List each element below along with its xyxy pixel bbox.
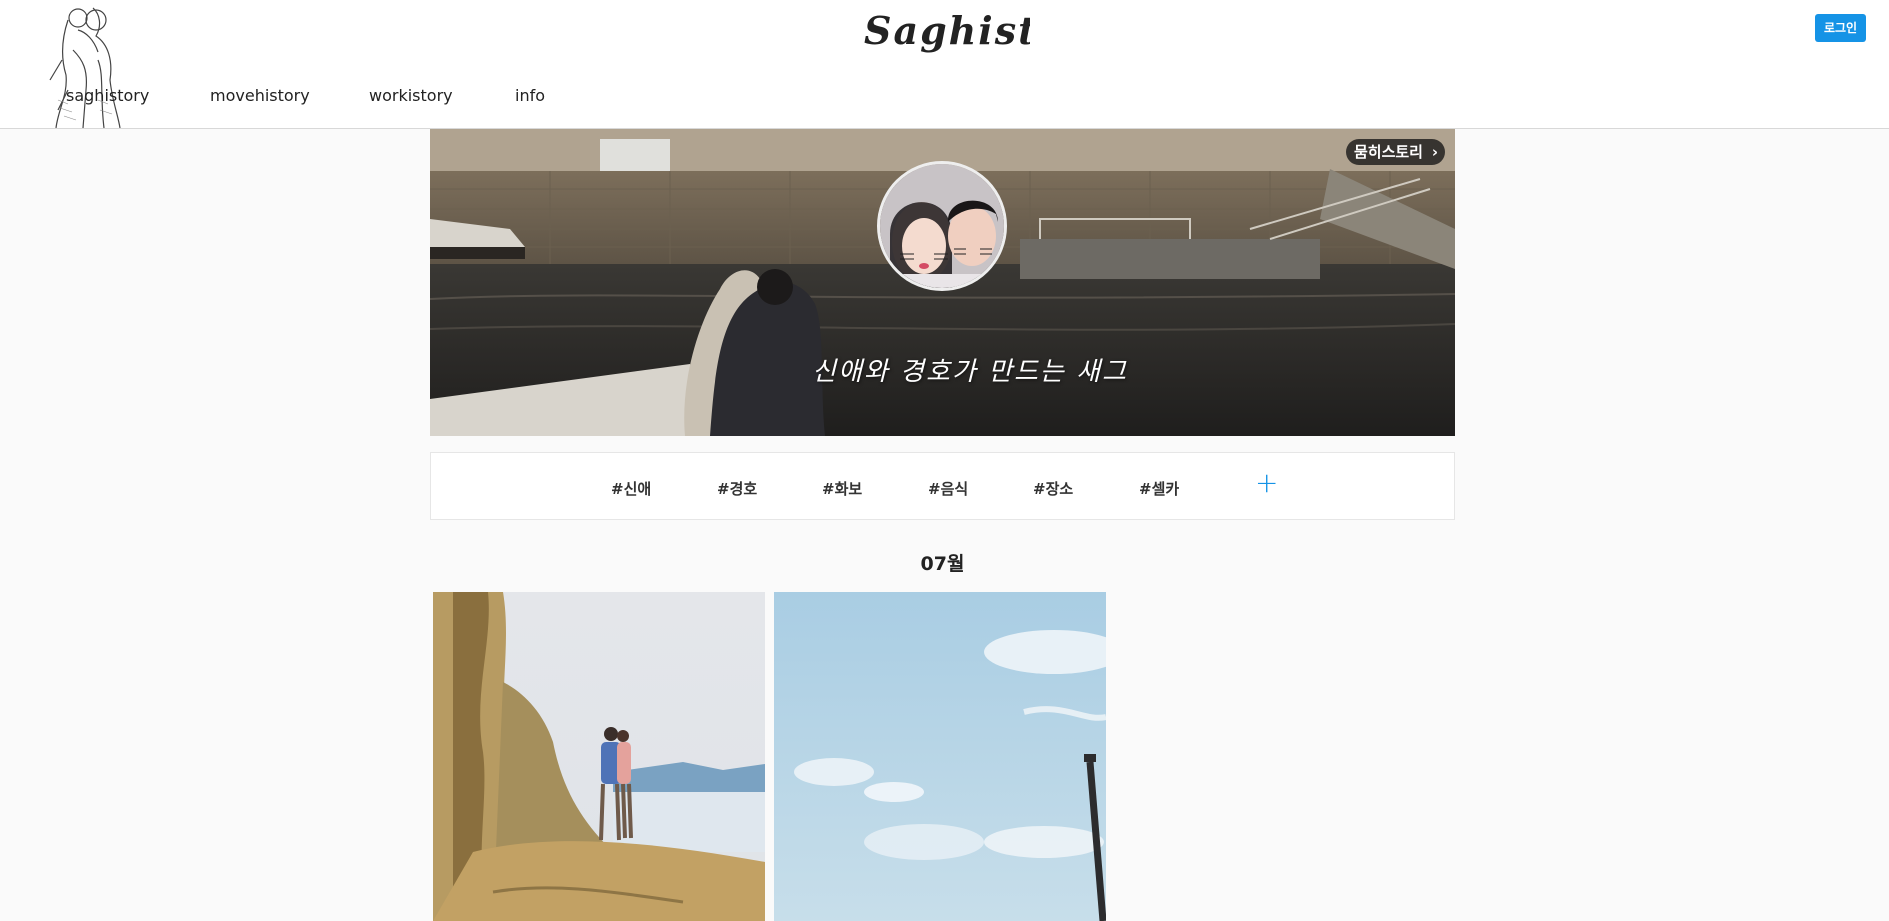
moomistory-link[interactable]: 뭄히스토리 › (1345, 139, 1445, 165)
tag-selfie[interactable]: #셀카 (1139, 478, 1179, 499)
photo-thumbnail-sky[interactable] (774, 592, 1106, 921)
photo-image (774, 592, 1106, 921)
tag-food[interactable]: #음식 (928, 478, 968, 499)
tag-shinae[interactable]: #신애 (611, 478, 651, 499)
tag-pictorial[interactable]: #화보 (822, 478, 862, 499)
chevron-right-icon: › (1431, 143, 1438, 161)
site-header: Saghistory 로그인 saghistory movehistory wo… (0, 0, 1889, 129)
photo-thumbnail-couple-rocks[interactable] (433, 592, 765, 921)
moomistory-link-label: 뭄히스토리 (1353, 143, 1423, 161)
nav-item-movehistory[interactable]: movehistory (210, 86, 310, 105)
couple-sketch-art (49, 7, 121, 128)
login-button[interactable]: 로그인 (1815, 14, 1866, 42)
nav-item-workistory[interactable]: workistory (369, 86, 453, 105)
photo-image (433, 592, 765, 921)
hero-banner: 뭄히스토리 › 신애와 경호가 만드는 새그 (430, 129, 1455, 436)
plus-icon[interactable]: + (1255, 467, 1278, 499)
site-logo[interactable]: Saghistory (860, 4, 1030, 60)
hero-caption: 신애와 경호가 만드는 새그 (812, 357, 1128, 387)
tag-place[interactable]: #장소 (1033, 478, 1073, 499)
tag-filter-bar: #신애 #경호 #화보 #음식 #장소 #셀카 + (430, 452, 1455, 520)
nav-item-info[interactable]: info (515, 86, 545, 105)
month-heading: 07월 (920, 553, 965, 575)
logo-text: Saghistory (864, 8, 1030, 53)
nav-item-saghistory[interactable]: saghistory (66, 86, 149, 105)
tag-gyeongho[interactable]: #경호 (717, 478, 757, 499)
couple-avatar (877, 161, 1007, 291)
